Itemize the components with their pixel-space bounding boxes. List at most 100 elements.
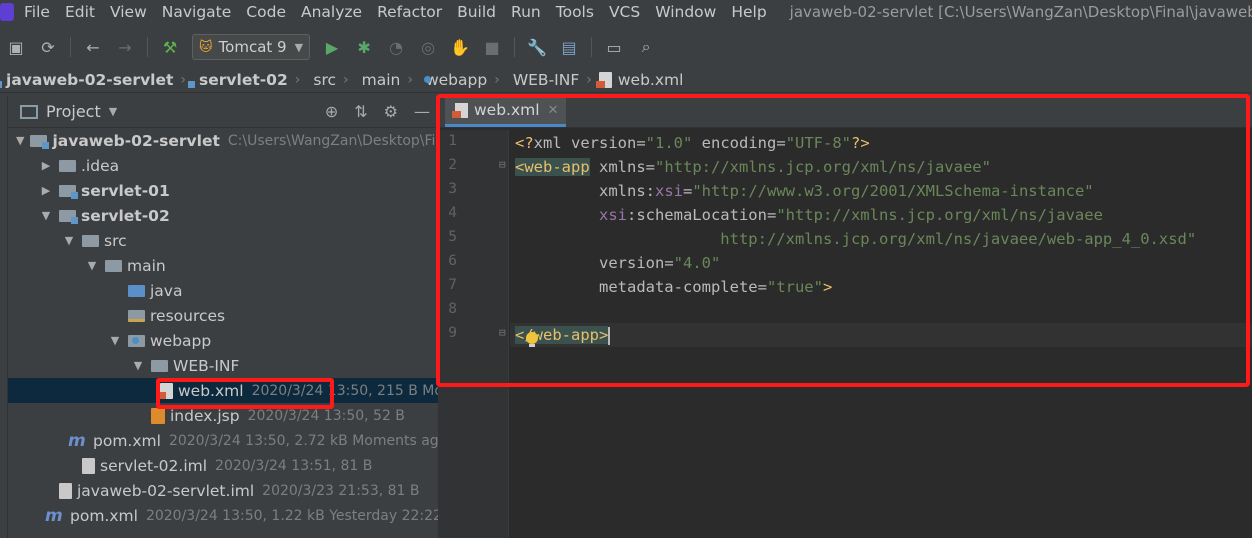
collapse-all-icon[interactable]: ⇅	[354, 102, 367, 121]
sync-icon[interactable]: ⟳	[39, 38, 57, 57]
tree-node-label: pom.xml	[70, 506, 138, 525]
project-tools: ⊕ ⇅ ⚙ —	[317, 102, 438, 121]
module-icon	[30, 134, 50, 149]
tree-node[interactable]: ▼ javaweb-02-servlet C:\Users\WangZan\Desk…	[8, 128, 438, 153]
hide-icon[interactable]: —	[414, 102, 430, 121]
expanded-arrow-icon[interactable]: ▼	[16, 134, 24, 147]
toolbar-divider	[147, 37, 148, 57]
settings-wrench-icon[interactable]: 🔧	[527, 38, 547, 57]
menu-item-refactor[interactable]: Refactor	[377, 3, 442, 21]
menu-item-build[interactable]: Build	[457, 3, 496, 21]
highlight-box	[436, 94, 1250, 387]
breadcrumb-item[interactable]: web.xml	[595, 70, 684, 89]
tree-node[interactable]: m pom.xml 2020/3/24 13:50, 1.22 kB Yesterd…	[8, 503, 438, 528]
locate-file-icon[interactable]: ⊕	[325, 102, 338, 121]
back-icon[interactable]: ←	[84, 38, 102, 57]
collapsed-arrow-icon[interactable]: ▶	[39, 184, 53, 197]
iml-file-icon	[82, 457, 95, 474]
web-folder-icon	[128, 334, 145, 347]
tree-node-label: pom.xml	[93, 431, 161, 450]
run-configuration-label: Tomcat 9	[218, 38, 287, 56]
expanded-arrow-icon[interactable]: ▼	[62, 234, 76, 247]
breadcrumb-separator-icon: ›	[180, 71, 187, 88]
highlight-box	[156, 378, 334, 409]
tree-node-label: java	[150, 281, 183, 300]
breadcrumb-item[interactable]: javaweb-02-servlet	[0, 71, 173, 89]
breadcrumb-label: web.xml	[617, 70, 684, 89]
breadcrumb-label: src	[313, 70, 337, 89]
menu-item-code[interactable]: Code	[246, 3, 286, 21]
stop-icon[interactable]: ■	[483, 38, 501, 57]
run-configuration-select[interactable]: 🐱 Tomcat 9 ▼	[192, 34, 311, 60]
menu-item-analyze[interactable]: Analyze	[301, 3, 362, 21]
save-icon[interactable]: ▣	[7, 38, 25, 57]
forward-icon[interactable]: →	[116, 38, 134, 57]
coverage-icon[interactable]: ◔	[387, 38, 405, 57]
maven-icon: m	[45, 505, 63, 526]
expanded-arrow-icon[interactable]: ▼	[131, 359, 145, 372]
tree-node[interactable]: ▼ servlet-02	[8, 203, 438, 228]
tree-node[interactable]: ▼ WEB-INF	[8, 353, 438, 378]
tool-window-strip[interactable]	[0, 96, 8, 538]
tree-node[interactable]: servlet-02.iml 2020/3/24 13:51, 81 B	[8, 453, 438, 478]
project-view-select[interactable]: Project	[46, 102, 101, 121]
tree-node[interactable]: m pom.xml 2020/3/24 13:50, 2.72 kB Moments…	[8, 428, 438, 453]
chevron-down-icon[interactable]: ▼	[109, 105, 117, 118]
tree-node-meta: C:\Users\WangZan\Desktop\Fin	[227, 132, 438, 149]
tree-node[interactable]: ▶ .idea	[8, 153, 438, 178]
tree-node[interactable]: resources	[8, 303, 438, 328]
folder-icon	[59, 159, 76, 172]
tree-node-meta: 2020/3/24 13:50, 2.72 kB Moments ago	[168, 432, 438, 449]
menu-item-run[interactable]: Run	[511, 3, 541, 21]
tree-node-label: webapp	[150, 331, 212, 350]
expanded-arrow-icon[interactable]: ▼	[39, 209, 53, 222]
tree-node[interactable]: ▼ src	[8, 228, 438, 253]
tree-node-meta: 2020/3/23 21:53, 81 B	[262, 482, 420, 499]
debug-icon[interactable]: ✱	[355, 38, 373, 57]
run-icon[interactable]: ▶	[323, 38, 341, 57]
tomcat-icon: 🐱	[199, 39, 213, 55]
tree-node-label: index.jsp	[170, 406, 240, 425]
breadcrumb-item[interactable]: main	[356, 71, 401, 89]
terminal-icon[interactable]: ▭	[605, 38, 623, 57]
tree-node-meta: 2020/3/24 13:50, 1.22 kB Yesterday 22:22	[145, 507, 438, 524]
res-folder-icon	[128, 309, 145, 322]
tree-node[interactable]: ▼ main	[8, 253, 438, 278]
menu-item-view[interactable]: View	[110, 3, 147, 21]
search-icon[interactable]: ⌕	[637, 37, 655, 56]
breadcrumb-item[interactable]: servlet-02	[188, 71, 288, 89]
profile-icon[interactable]: ◎	[419, 38, 437, 57]
gear-icon[interactable]: ⚙	[384, 102, 398, 121]
tree-node[interactable]: javaweb-02-servlet.iml 2020/3/23 21:53, 8…	[8, 478, 438, 503]
build-hammer-icon[interactable]: ⚒	[161, 38, 179, 57]
window-title: javaweb-02-servlet [C:\Users\WangZan\Des…	[789, 3, 1252, 21]
toolbar-divider	[514, 37, 516, 57]
breadcrumb-item[interactable]: src	[307, 71, 336, 89]
expanded-arrow-icon[interactable]: ▼	[85, 259, 99, 272]
project-header: Project ▼ ⊕ ⇅ ⚙ —	[8, 96, 438, 128]
tree-node[interactable]: ▼ webapp	[8, 328, 438, 353]
breadcrumb-label: WEB-INF	[512, 70, 580, 89]
attach-icon[interactable]: ✋	[450, 38, 470, 57]
folder-icon	[82, 234, 99, 247]
tree-node[interactable]: java	[8, 278, 438, 303]
menu-item-tools[interactable]: Tools	[556, 3, 594, 21]
maven-icon: m	[68, 430, 86, 451]
menu-item-vcs[interactable]: VCS	[609, 3, 640, 21]
menu-item-help[interactable]: Help	[731, 3, 766, 21]
iml-file-icon	[59, 482, 72, 499]
expanded-arrow-icon[interactable]: ▼	[108, 334, 122, 347]
breadcrumb-separator-icon: ›	[294, 71, 301, 88]
tree-node-meta: 2020/3/24 13:51, 81 B	[215, 457, 373, 474]
menu-item-window[interactable]: Window	[655, 3, 716, 21]
breadcrumb-item[interactable]: WEB-INF	[507, 71, 579, 89]
breadcrumb-item[interactable]: webapp	[420, 71, 487, 89]
tree-node[interactable]: ▶ servlet-01	[8, 178, 438, 203]
project-structure-icon[interactable]: ▤	[560, 38, 578, 57]
module-icon	[59, 209, 78, 224]
menu-item-file[interactable]: File	[24, 3, 50, 21]
collapsed-arrow-icon[interactable]: ▶	[39, 159, 53, 172]
menu-item-edit[interactable]: Edit	[65, 3, 95, 21]
menu-item-navigate[interactable]: Navigate	[162, 3, 232, 21]
xml-file-icon	[595, 71, 612, 88]
